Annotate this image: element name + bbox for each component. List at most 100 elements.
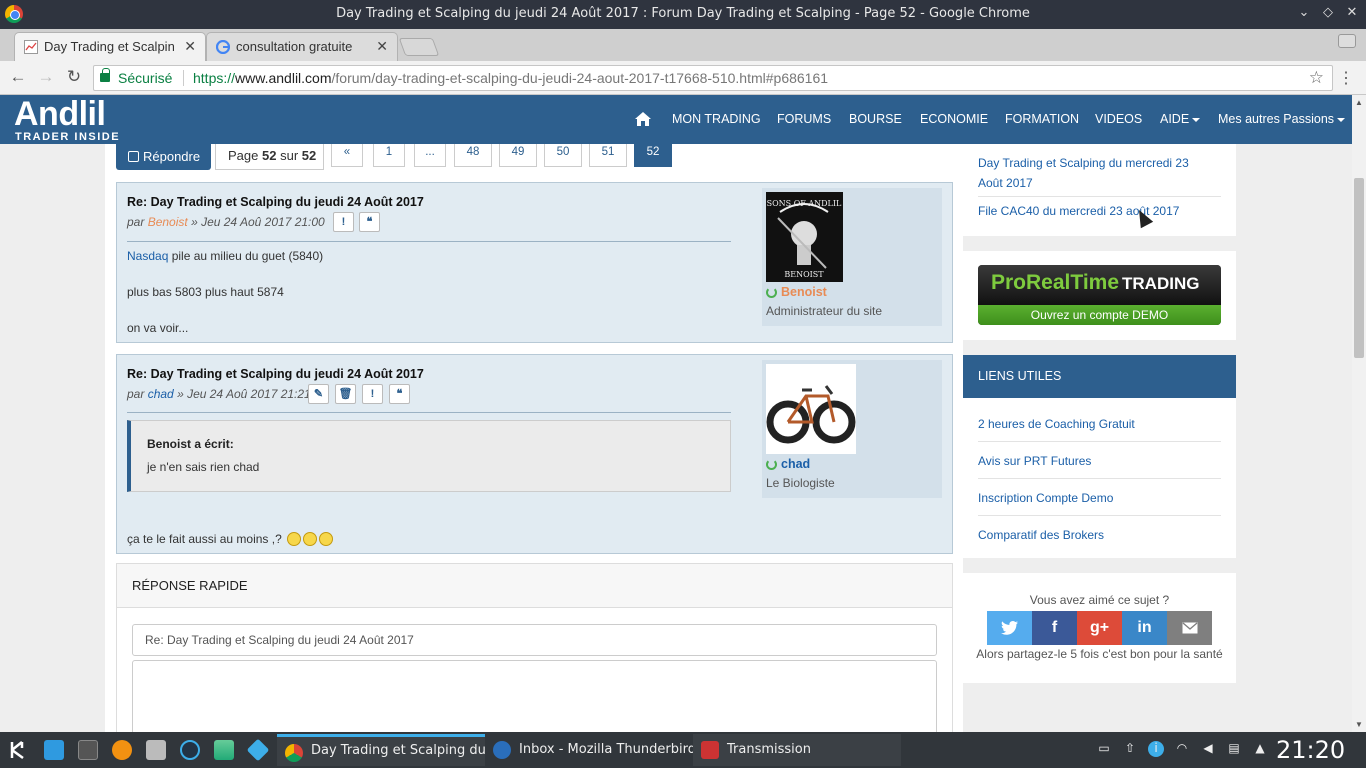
address-bar[interactable]: Sécurisé https://www.andlil.com/forum/da…: [93, 65, 1333, 91]
user-rank: Le Biologiste: [766, 476, 835, 490]
page-link-50[interactable]: 50: [544, 144, 582, 167]
nav-videos[interactable]: VIDEOS: [1095, 112, 1142, 126]
page-link-52[interactable]: 52: [634, 144, 672, 167]
page-link-1[interactable]: 1: [373, 144, 405, 167]
reply-button[interactable]: Répondre: [116, 144, 211, 170]
chrome-menu-icon[interactable]: ⋮: [1338, 68, 1354, 88]
useful-link[interactable]: Avis sur PRT Futures: [978, 454, 1091, 468]
post-title[interactable]: Re: Day Trading et Scalping du jeudi 24 …: [127, 195, 424, 209]
bookmark-star-icon[interactable]: ☆: [1309, 68, 1324, 88]
subject-input[interactable]: [132, 624, 937, 656]
reload-icon[interactable]: ↻: [64, 67, 84, 87]
close-window-icon[interactable]: ✕: [1344, 5, 1360, 23]
forward-arrow-icon[interactable]: →: [36, 67, 56, 87]
file-manager-icon[interactable]: [44, 740, 64, 760]
twitter-icon: [1000, 620, 1018, 635]
useful-link[interactable]: Inscription Compte Demo: [978, 491, 1113, 505]
profile-icon[interactable]: [1338, 34, 1356, 48]
profile-username[interactable]: Benoist: [781, 285, 827, 299]
quick-reply-panel: RÉPONSE RAPIDE: [116, 563, 953, 732]
page-link-49[interactable]: 49: [499, 144, 537, 167]
user-profile: SONS OF ANDLIL BENOIST Benoist Administr…: [762, 188, 942, 326]
task-thunderbird[interactable]: Inbox - Mozilla Thunderbird: [485, 734, 693, 766]
nav-economie[interactable]: ECONOMIE: [920, 112, 988, 126]
facebook-share-button[interactable]: f: [1032, 611, 1077, 645]
lock-icon: [100, 68, 110, 82]
delete-icon[interactable]: 🗑: [335, 384, 356, 404]
nav-forums[interactable]: FORUMS: [777, 112, 831, 126]
kodi-icon[interactable]: [246, 738, 270, 762]
post-author[interactable]: Benoist: [148, 215, 188, 229]
tab-consultation[interactable]: consultation gratuite ✕: [206, 32, 398, 61]
post: Re: Day Trading et Scalping du jeudi 24 …: [116, 354, 953, 554]
updates-icon[interactable]: ⇧: [1122, 741, 1138, 757]
new-tab-button[interactable]: [398, 38, 440, 56]
notifications-icon[interactable]: i: [1148, 741, 1164, 757]
linkedin-share-button[interactable]: in: [1122, 611, 1167, 645]
recent-topic-link[interactable]: Day Trading et Scalping du mercredi 23 A…: [978, 153, 1208, 193]
email-share-button[interactable]: [1167, 611, 1212, 645]
page-link-51[interactable]: 51: [589, 144, 627, 167]
system-monitor-icon[interactable]: [180, 740, 200, 760]
nav-aide[interactable]: AIDE: [1160, 112, 1201, 126]
demo-account-cta[interactable]: Ouvrez un compte DEMO: [978, 305, 1221, 325]
google-plus-share-button[interactable]: g+: [1077, 611, 1122, 645]
page-scrollbar[interactable]: ▲ ▼: [1352, 95, 1366, 732]
back-arrow-icon[interactable]: ←: [8, 67, 28, 87]
tray-expand-icon[interactable]: ▲: [1252, 741, 1268, 757]
kde-launcher-icon[interactable]: [8, 740, 28, 760]
battery-icon[interactable]: ▭: [1096, 741, 1112, 757]
nav-mon-trading[interactable]: MON TRADING: [672, 112, 761, 126]
report-icon[interactable]: !: [333, 212, 354, 232]
image-viewer-icon[interactable]: [214, 740, 234, 760]
useful-link[interactable]: Comparatif des Brokers: [978, 528, 1104, 542]
profile-username[interactable]: chad: [781, 457, 810, 471]
wifi-icon[interactable]: ◠: [1174, 741, 1190, 757]
close-tab-icon[interactable]: ✕: [184, 38, 196, 55]
prorealtime-banner[interactable]: ProRealTime TRADING Ouvrez un compte DEMO: [978, 265, 1221, 325]
post-title[interactable]: Re: Day Trading et Scalping du jeudi 24 …: [127, 367, 424, 381]
avatar[interactable]: SONS OF ANDLIL BENOIST: [766, 192, 843, 282]
useful-link[interactable]: 2 heures de Coaching Gratuit: [978, 417, 1135, 431]
task-chrome[interactable]: Day Trading et Scalping du...: [277, 734, 485, 766]
nav-autres-passions[interactable]: Mes autres Passions: [1218, 112, 1346, 126]
task-transmission[interactable]: Transmission: [693, 734, 901, 766]
clipboard-icon[interactable]: ▤: [1226, 741, 1242, 757]
chart-favicon-icon: [24, 40, 38, 54]
page-link-48[interactable]: 48: [454, 144, 492, 167]
firefox-icon[interactable]: [112, 740, 132, 760]
quote-icon[interactable]: ❝: [389, 384, 410, 404]
report-icon[interactable]: !: [362, 384, 383, 404]
avatar[interactable]: [766, 364, 856, 454]
maximize-icon[interactable]: ◇: [1320, 5, 1336, 23]
volume-icon[interactable]: ◀: [1200, 741, 1216, 757]
terminal-icon[interactable]: [78, 740, 98, 760]
share-title: Vous avez aimé ce sujet ?: [1029, 593, 1170, 607]
nav-formation[interactable]: FORMATION: [1005, 112, 1079, 126]
google-plus-icon: g+: [1089, 619, 1110, 636]
scroll-up-icon[interactable]: ▲: [1355, 98, 1363, 107]
page-indicator: Page 52 sur 52: [215, 144, 324, 170]
window-titlebar: Day Trading et Scalping du jeudi 24 Août…: [0, 0, 1366, 29]
email-icon: [1182, 622, 1197, 634]
message-textarea[interactable]: [132, 660, 937, 732]
tab-andlil[interactable]: Day Trading et Scalpin ✕: [14, 32, 206, 61]
tab-label: Day Trading et Scalpin: [44, 39, 174, 54]
site-logo[interactable]: Andlil: [14, 97, 106, 131]
close-tab-icon[interactable]: ✕: [376, 38, 388, 55]
edit-post-icon[interactable]: ✎: [308, 384, 329, 404]
scrollbar-thumb[interactable]: [1354, 178, 1364, 358]
minimize-icon[interactable]: ⌄: [1296, 5, 1312, 23]
scroll-down-icon[interactable]: ▼: [1355, 720, 1363, 729]
quote-icon[interactable]: ❝: [359, 212, 380, 232]
post-link[interactable]: Nasdaq: [127, 249, 168, 263]
quote-text: je n'en sais rien chad: [147, 460, 260, 474]
home-icon[interactable]: [634, 111, 652, 127]
nav-bourse[interactable]: BOURSE: [849, 112, 902, 126]
main-content: Répondre Page 52 sur 52 « 1 ... 48 49 50…: [105, 144, 963, 732]
page-link-prev[interactable]: «: [331, 144, 363, 167]
twitter-share-button[interactable]: [987, 611, 1032, 645]
clock[interactable]: 21:20: [1276, 736, 1345, 764]
post-author[interactable]: chad: [148, 387, 174, 401]
calculator-icon[interactable]: [146, 740, 166, 760]
